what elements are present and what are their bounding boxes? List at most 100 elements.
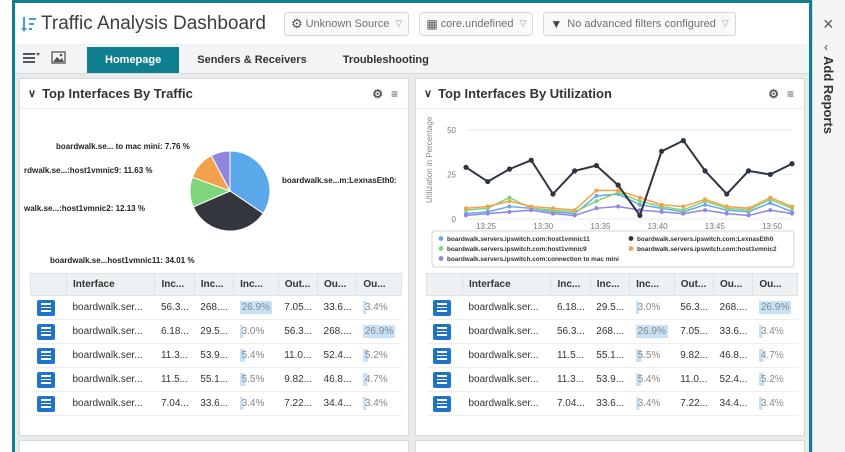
list-menu-icon[interactable]: ≡	[787, 87, 794, 101]
data-point[interactable]	[594, 199, 599, 204]
data-point[interactable]	[506, 166, 513, 172]
source-dropdown[interactable]: ⚙ Unknown Source ▽	[283, 11, 410, 36]
row-menu-icon[interactable]	[36, 299, 55, 316]
table-header[interactable]: Ou...	[317, 273, 358, 296]
table-row[interactable]: boardwalk.ser... 56.3... 268.... 26.9% 7.05.…	[30, 295, 402, 320]
table-row[interactable]: boardwalk.ser... 6.18... 29.5... 3.0% 56.3..…	[30, 319, 402, 344]
data-point[interactable]	[745, 168, 752, 174]
filter-dropdown[interactable]: ▼ No advanced filters configured ▽	[543, 11, 736, 36]
chevron-left-icon[interactable]: ‹	[824, 40, 828, 54]
legend-label[interactable]: boardwalk.servers.ipswitch.com:host1vmni…	[447, 236, 590, 243]
data-point[interactable]	[637, 195, 642, 200]
table-header[interactable]: Ou...	[356, 273, 402, 296]
collapse-chevron-icon[interactable]: ∨	[28, 87, 36, 100]
data-point[interactable]	[616, 188, 621, 193]
table-header[interactable]: Inc...	[629, 273, 675, 296]
tab-homepage[interactable]: Homepage	[87, 47, 180, 73]
data-point[interactable]	[464, 213, 468, 218]
legend-label[interactable]: boardwalk.servers.ipswitch.com:LexnasEth…	[637, 236, 774, 243]
image-icon[interactable]	[51, 50, 69, 66]
gear-icon[interactable]: ⚙	[768, 87, 779, 101]
data-point[interactable]	[529, 204, 534, 209]
data-point[interactable]	[528, 157, 534, 163]
data-point[interactable]	[464, 206, 468, 211]
tab-troubleshooting[interactable]: Troubleshooting	[325, 47, 447, 73]
data-point[interactable]	[790, 211, 794, 216]
data-point[interactable]	[681, 204, 686, 209]
table-header[interactable]: Interface	[65, 273, 156, 296]
data-point[interactable]	[703, 208, 708, 213]
table-row[interactable]: boardwalk.ser... 7.04... 33.6... 3.4% 7.22..…	[426, 391, 798, 416]
table-row[interactable]: boardwalk.ser... 11.3... 53.9... 5.4% 11.0..…	[30, 343, 402, 368]
data-point[interactable]	[789, 161, 795, 167]
data-point[interactable]	[507, 195, 512, 200]
data-point[interactable]	[463, 164, 469, 170]
data-point[interactable]	[637, 212, 643, 219]
table-header[interactable]: Inc...	[233, 273, 279, 296]
table-row[interactable]: boardwalk.ser... 11.5... 55.1... 5.5% 9.82..…	[30, 367, 402, 392]
data-point[interactable]	[703, 202, 708, 207]
data-point[interactable]	[485, 211, 490, 216]
row-menu-icon[interactable]	[432, 395, 451, 412]
data-point[interactable]	[594, 193, 599, 198]
data-point[interactable]	[637, 199, 642, 204]
row-menu-icon[interactable]	[36, 323, 55, 340]
table-header[interactable]: Out...	[673, 273, 715, 296]
data-point[interactable]	[507, 199, 512, 204]
legend-label[interactable]: boardwalk.servers.ipswitch.com:host1vmni…	[447, 246, 587, 253]
data-point[interactable]	[593, 162, 599, 169]
data-point[interactable]	[703, 197, 708, 202]
data-point[interactable]	[659, 202, 664, 207]
row-menu-icon[interactable]	[432, 371, 451, 388]
table-row[interactable]: boardwalk.ser... 6.18... 29.5... 3.0% 56.3..…	[426, 295, 798, 320]
data-point[interactable]	[485, 178, 491, 185]
add-reports-sidebar[interactable]: × ‹ Add Reports	[812, 0, 845, 452]
table-row[interactable]: boardwalk.ser... 11.3... 53.9... 5.4% 11.0..…	[426, 367, 798, 392]
data-point[interactable]	[659, 209, 664, 214]
row-menu-icon[interactable]	[36, 347, 55, 364]
data-point[interactable]	[572, 213, 577, 218]
data-point[interactable]	[550, 191, 556, 197]
data-point[interactable]	[768, 200, 773, 205]
collapse-chevron-icon[interactable]: ∨	[424, 87, 432, 100]
gear-icon[interactable]: ⚙	[372, 87, 383, 101]
row-menu-icon[interactable]	[432, 299, 451, 316]
table-header[interactable]: Inc...	[550, 273, 591, 296]
table-row[interactable]: boardwalk.ser... 56.3... 268.... 26.9% 7.05.…	[426, 319, 798, 344]
data-point[interactable]	[724, 204, 729, 209]
table-header[interactable]: Out...	[277, 273, 319, 296]
data-point[interactable]	[507, 209, 512, 214]
data-point[interactable]	[594, 206, 599, 211]
data-point[interactable]	[637, 202, 642, 207]
table-header[interactable]: Inc...	[154, 273, 195, 296]
legend-label[interactable]: boardwalk.servers.ipswitch.com:connectio…	[447, 256, 619, 263]
list-menu-icon[interactable]: ≡	[391, 87, 398, 101]
data-point[interactable]	[615, 182, 621, 188]
data-point[interactable]	[702, 168, 708, 174]
data-point[interactable]	[572, 168, 578, 174]
data-point[interactable]	[681, 208, 686, 213]
legend-label[interactable]: boardwalk.servers.ipswitch.com:host1vmni…	[637, 246, 777, 253]
data-point[interactable]	[680, 138, 686, 144]
data-point[interactable]	[768, 195, 773, 200]
row-menu-icon[interactable]	[432, 347, 451, 364]
table-header[interactable]: Ou...	[752, 273, 798, 296]
tab-senders-receivers[interactable]: Senders & Receivers	[179, 47, 324, 73]
table-header[interactable]: Interface	[461, 273, 552, 296]
table-header[interactable]: Inc...	[193, 273, 235, 296]
menu-icon[interactable]	[23, 51, 41, 65]
data-point[interactable]	[550, 211, 555, 216]
data-point[interactable]	[681, 211, 686, 216]
data-point[interactable]	[790, 204, 794, 209]
row-menu-icon[interactable]	[432, 323, 451, 340]
data-point[interactable]	[768, 208, 773, 213]
data-point[interactable]	[572, 208, 577, 213]
data-point[interactable]	[616, 204, 621, 209]
date-dropdown[interactable]: ▦ core.undefined ▽	[419, 11, 534, 36]
data-point[interactable]	[767, 171, 773, 178]
table-row[interactable]: boardwalk.ser... 7.04... 33.6... 3.4% 7.22..…	[30, 391, 402, 416]
data-point[interactable]	[594, 188, 599, 193]
data-point[interactable]	[746, 213, 751, 218]
row-menu-icon[interactable]	[36, 395, 55, 412]
data-point[interactable]	[746, 206, 751, 211]
